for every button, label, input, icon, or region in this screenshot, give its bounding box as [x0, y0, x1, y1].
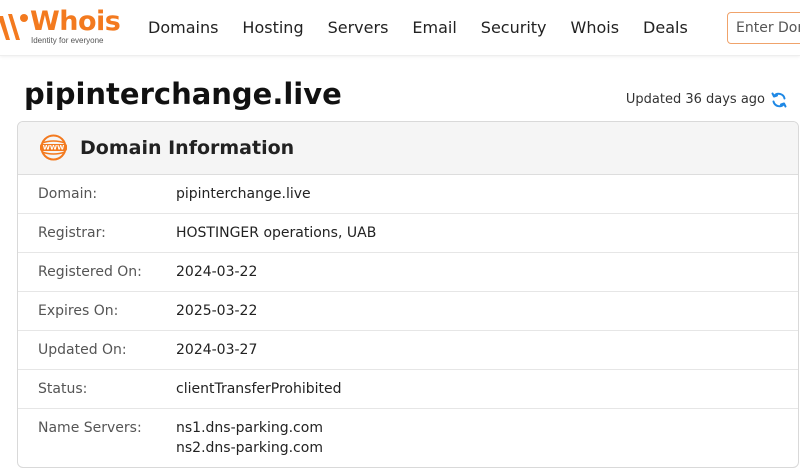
nav-servers[interactable]: Servers — [328, 16, 389, 40]
nav-hosting[interactable]: Hosting — [242, 16, 303, 40]
row-value: 2024-03-27 — [176, 342, 258, 358]
nav-security[interactable]: Security — [481, 16, 547, 40]
info-row-registered-on: Registered On: 2024-03-22 — [18, 253, 798, 292]
top-navigation-bar: Whois Identity for everyone Domains Host… — [0, 0, 800, 56]
name-server-list: ns1.dns-parking.com ns2.dns-parking.com — [176, 418, 323, 458]
whois-logo-icon — [0, 14, 28, 40]
row-label: Expires On: — [38, 303, 119, 319]
nav-email[interactable]: Email — [412, 16, 456, 40]
name-server-entry: ns2.dns-parking.com — [176, 440, 323, 456]
page-title: pipinterchange.live — [24, 77, 342, 111]
name-server-entry: ns1.dns-parking.com — [176, 420, 323, 436]
nav-domains[interactable]: Domains — [148, 16, 218, 40]
whois-logo[interactable]: Whois Identity for everyone — [0, 6, 124, 48]
main-nav: Domains Hosting Servers Email Security W… — [148, 16, 712, 40]
row-value: clientTransferProhibited — [176, 381, 342, 397]
row-label: Updated On: — [38, 342, 127, 358]
nav-deals[interactable]: Deals — [643, 16, 688, 40]
logo-tagline: Identity for everyone — [31, 36, 104, 45]
card-header: WWW Domain Information — [18, 122, 798, 175]
row-label: Domain: — [38, 186, 98, 202]
logo-wordmark: Whois — [30, 6, 121, 37]
info-row-updated-on: Updated On: 2024-03-27 — [18, 331, 798, 370]
info-row-name-servers: Name Servers: ns1.dns-parking.com ns2.dn… — [18, 409, 798, 467]
card-title: Domain Information — [80, 137, 295, 159]
domain-search-input[interactable] — [727, 12, 800, 44]
refresh-icon[interactable] — [770, 91, 788, 109]
info-row-registrar: Registrar: HOSTINGER operations, UAB — [18, 214, 798, 253]
row-value: pipinterchange.live — [176, 186, 311, 202]
row-label: Registered On: — [38, 264, 142, 280]
nav-whois[interactable]: Whois — [571, 16, 620, 40]
domain-information-card: WWW Domain Information Domain: pipinterc… — [17, 121, 799, 468]
info-row-domain: Domain: pipinterchange.live — [18, 175, 798, 214]
row-value: 2025-03-22 — [176, 303, 258, 319]
www-globe-icon: WWW — [40, 134, 67, 161]
row-label: Name Servers: — [38, 420, 142, 436]
last-updated: Updated 36 days ago — [626, 90, 788, 110]
info-row-status: Status: clientTransferProhibited — [18, 370, 798, 409]
row-value: HOSTINGER operations, UAB — [176, 225, 377, 241]
row-label: Registrar: — [38, 225, 106, 241]
row-value: 2024-03-22 — [176, 264, 258, 280]
row-label: Status: — [38, 381, 88, 397]
info-row-expires-on: Expires On: 2025-03-22 — [18, 292, 798, 331]
last-updated-text: Updated 36 days ago — [625, 92, 765, 107]
svg-text:WWW: WWW — [43, 144, 65, 152]
